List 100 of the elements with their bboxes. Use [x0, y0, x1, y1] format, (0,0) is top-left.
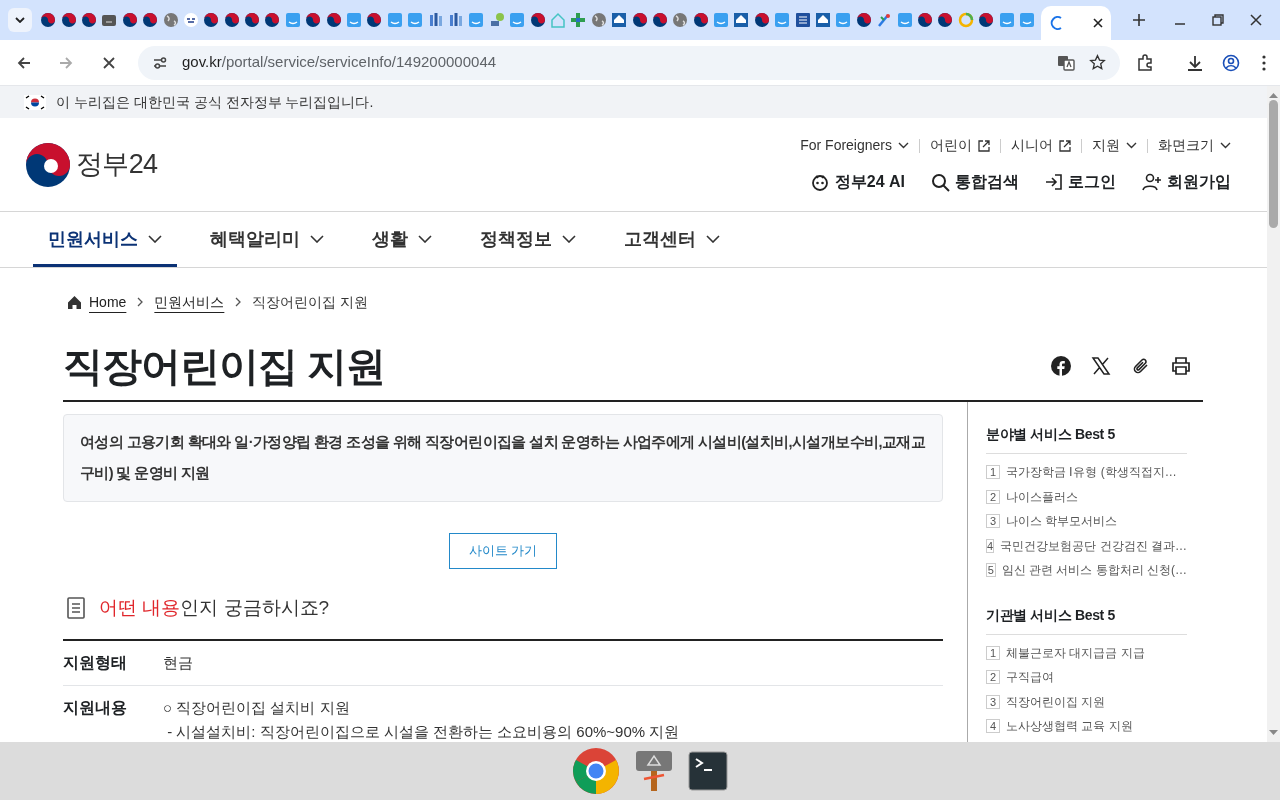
- profile-icon[interactable]: [1222, 53, 1240, 72]
- scroll-up-icon: [1269, 92, 1278, 98]
- stop-icon[interactable]: [102, 55, 116, 70]
- close-icon[interactable]: [1093, 18, 1104, 28]
- smile-logo-icon: [835, 12, 852, 28]
- translate-icon[interactable]: [1057, 53, 1075, 72]
- chevron-right-icon: [235, 297, 242, 307]
- tab-search-button[interactable]: [8, 8, 32, 32]
- breadcrumb-link[interactable]: Home: [89, 291, 127, 313]
- folder-icon: [101, 12, 118, 28]
- nav-menu-item[interactable]: 민원서비스: [33, 211, 177, 267]
- menu-icon[interactable]: [1262, 54, 1266, 71]
- nav-menu-item[interactable]: 혜택알리미: [195, 211, 339, 267]
- house-logo-icon: [611, 12, 628, 28]
- terminal-app-icon[interactable]: [688, 751, 728, 791]
- sidebar-link[interactable]: 4 노사상생협력 교육 지원: [986, 714, 1187, 739]
- taegeuk-icon: [121, 12, 138, 28]
- taegeuk-icon: [651, 12, 668, 28]
- sidebar-link[interactable]: 1 체불근로자 대지급금 지급: [986, 640, 1187, 665]
- chevron-down-icon: [706, 235, 720, 243]
- close-window-icon[interactable]: [1250, 14, 1262, 26]
- scrollbar[interactable]: [1267, 86, 1280, 742]
- house-logo-icon: [815, 12, 832, 28]
- taegeuk-icon: [855, 12, 872, 28]
- detail-text: ○ 직장어린이집 설치비 지원: [163, 698, 351, 718]
- dropdown-button[interactable]: For Foreigners: [800, 135, 909, 156]
- sidebar-link[interactable]: 4 국민건강보험공단 건강검진 결과…: [986, 533, 1187, 558]
- globe-icon: [590, 12, 607, 28]
- external-link[interactable]: 시니어: [1011, 135, 1071, 156]
- ai-button[interactable]: 정부24 AI: [809, 170, 905, 194]
- official-site-notice: 이 누리집은 대한민국 공식 전자정부 누리집입니다.: [56, 92, 374, 112]
- taegeuk-icon: [203, 12, 220, 28]
- smile-logo-icon: [509, 12, 526, 28]
- document-logo-icon: [794, 12, 811, 28]
- paperclip-icon[interactable]: [1131, 356, 1151, 376]
- smile-logo-icon: [896, 12, 913, 28]
- taegeuk-icon: [244, 12, 261, 28]
- smile-logo-icon: [713, 12, 730, 28]
- nav-menu-item[interactable]: 정책정보: [465, 211, 591, 267]
- home-icon: [68, 295, 81, 309]
- house-icon: [549, 12, 566, 28]
- sidebar-link[interactable]: 1 국가장학금 Ⅰ유형 (학생직접지…: [986, 460, 1187, 485]
- login-button[interactable]: 로그인: [1045, 170, 1116, 194]
- search-button[interactable]: 통합검색: [931, 170, 1019, 194]
- browser-tab[interactable]: [1041, 6, 1112, 40]
- nav-menu-item[interactable]: 생활: [357, 211, 447, 267]
- breadcrumb-link[interactable]: 민원서비스: [154, 291, 225, 313]
- sidebar-link[interactable]: 3 직장어린이집 지원: [986, 689, 1187, 714]
- smile-logo-icon: [284, 12, 301, 28]
- print-icon[interactable]: [1171, 356, 1191, 376]
- site-settings-icon: [152, 54, 168, 71]
- taegeuk-icon: [80, 12, 97, 28]
- dropdown-button[interactable]: 지원: [1092, 135, 1137, 156]
- sidebar-link[interactable]: 2 나이스플러스: [986, 484, 1187, 509]
- chevron-down-icon: [310, 235, 324, 243]
- dropdown-button[interactable]: 화면크기: [1158, 135, 1231, 156]
- x-logo-icon[interactable]: [1091, 356, 1111, 376]
- login-icon: [1045, 173, 1063, 191]
- breadcrumb-current: 직장어린이집 지원: [252, 292, 369, 312]
- add-user-icon: [1142, 173, 1162, 191]
- join-button[interactable]: 회원가입: [1142, 170, 1231, 194]
- sidebar-link[interactable]: 5 임신 관련 서비스 통합처리 신청(…: [986, 558, 1187, 583]
- restore-icon[interactable]: [1212, 14, 1224, 26]
- house-logo-icon: [733, 12, 750, 28]
- taegeuk-icon: [631, 12, 648, 28]
- building-icon: [448, 12, 464, 28]
- external-link[interactable]: 어린이: [930, 135, 990, 156]
- chevron-down-icon: [898, 142, 909, 149]
- chevron-down-icon: [562, 235, 576, 243]
- extensions-icon[interactable]: [1136, 53, 1154, 72]
- address-bar[interactable]: gov.kr/portal/service/serviceInfo/149200000044: [138, 45, 1120, 80]
- scroll-down-icon: [1269, 730, 1278, 736]
- sidebar-link[interactable]: 3 나이스 학부모서비스: [986, 509, 1187, 534]
- service-summary: 여성의 고용기회 확대와 일·가정양립 환경 조성을 위해 직장어린이집을 설치 운영하는 사업주에게 시설비(설치비,시설개보수비,교재교구비) 및 운영비 지원: [63, 414, 943, 502]
- external-link-icon: [978, 139, 990, 152]
- taegeuk-icon: [917, 12, 933, 28]
- taegeuk-icon: [325, 12, 342, 28]
- chevron-down-icon: [1126, 142, 1137, 149]
- chevron-down-icon: [148, 235, 162, 243]
- taegeuk-icon: [692, 12, 709, 28]
- visit-site-button[interactable]: 사이트 가기: [449, 533, 557, 569]
- star-icon[interactable]: [1089, 54, 1106, 71]
- robot-icon: [809, 172, 830, 192]
- download-icon[interactable]: [1186, 53, 1204, 72]
- detail-label: 지원내용: [63, 698, 128, 718]
- chevron-right-icon: [137, 297, 144, 307]
- sidebar-link[interactable]: 2 구직급여: [986, 665, 1187, 690]
- cross-icon: [570, 12, 587, 28]
- taegeuk-icon: [40, 12, 57, 28]
- back-icon[interactable]: [16, 54, 32, 71]
- arrow-logo-icon: [876, 12, 893, 28]
- facebook-icon[interactable]: [1051, 356, 1071, 376]
- external-link-icon: [1059, 139, 1071, 152]
- tool-app-icon[interactable]: [634, 749, 674, 793]
- nav-menu-item[interactable]: 고객센터: [609, 211, 735, 267]
- site-logo[interactable]: 정부24: [24, 141, 158, 188]
- taegeuk-icon: [223, 12, 240, 28]
- taegeuk-icon: [753, 12, 770, 28]
- taegeuk-icon: [366, 12, 383, 28]
- browser-app-icon[interactable]: [572, 747, 620, 795]
